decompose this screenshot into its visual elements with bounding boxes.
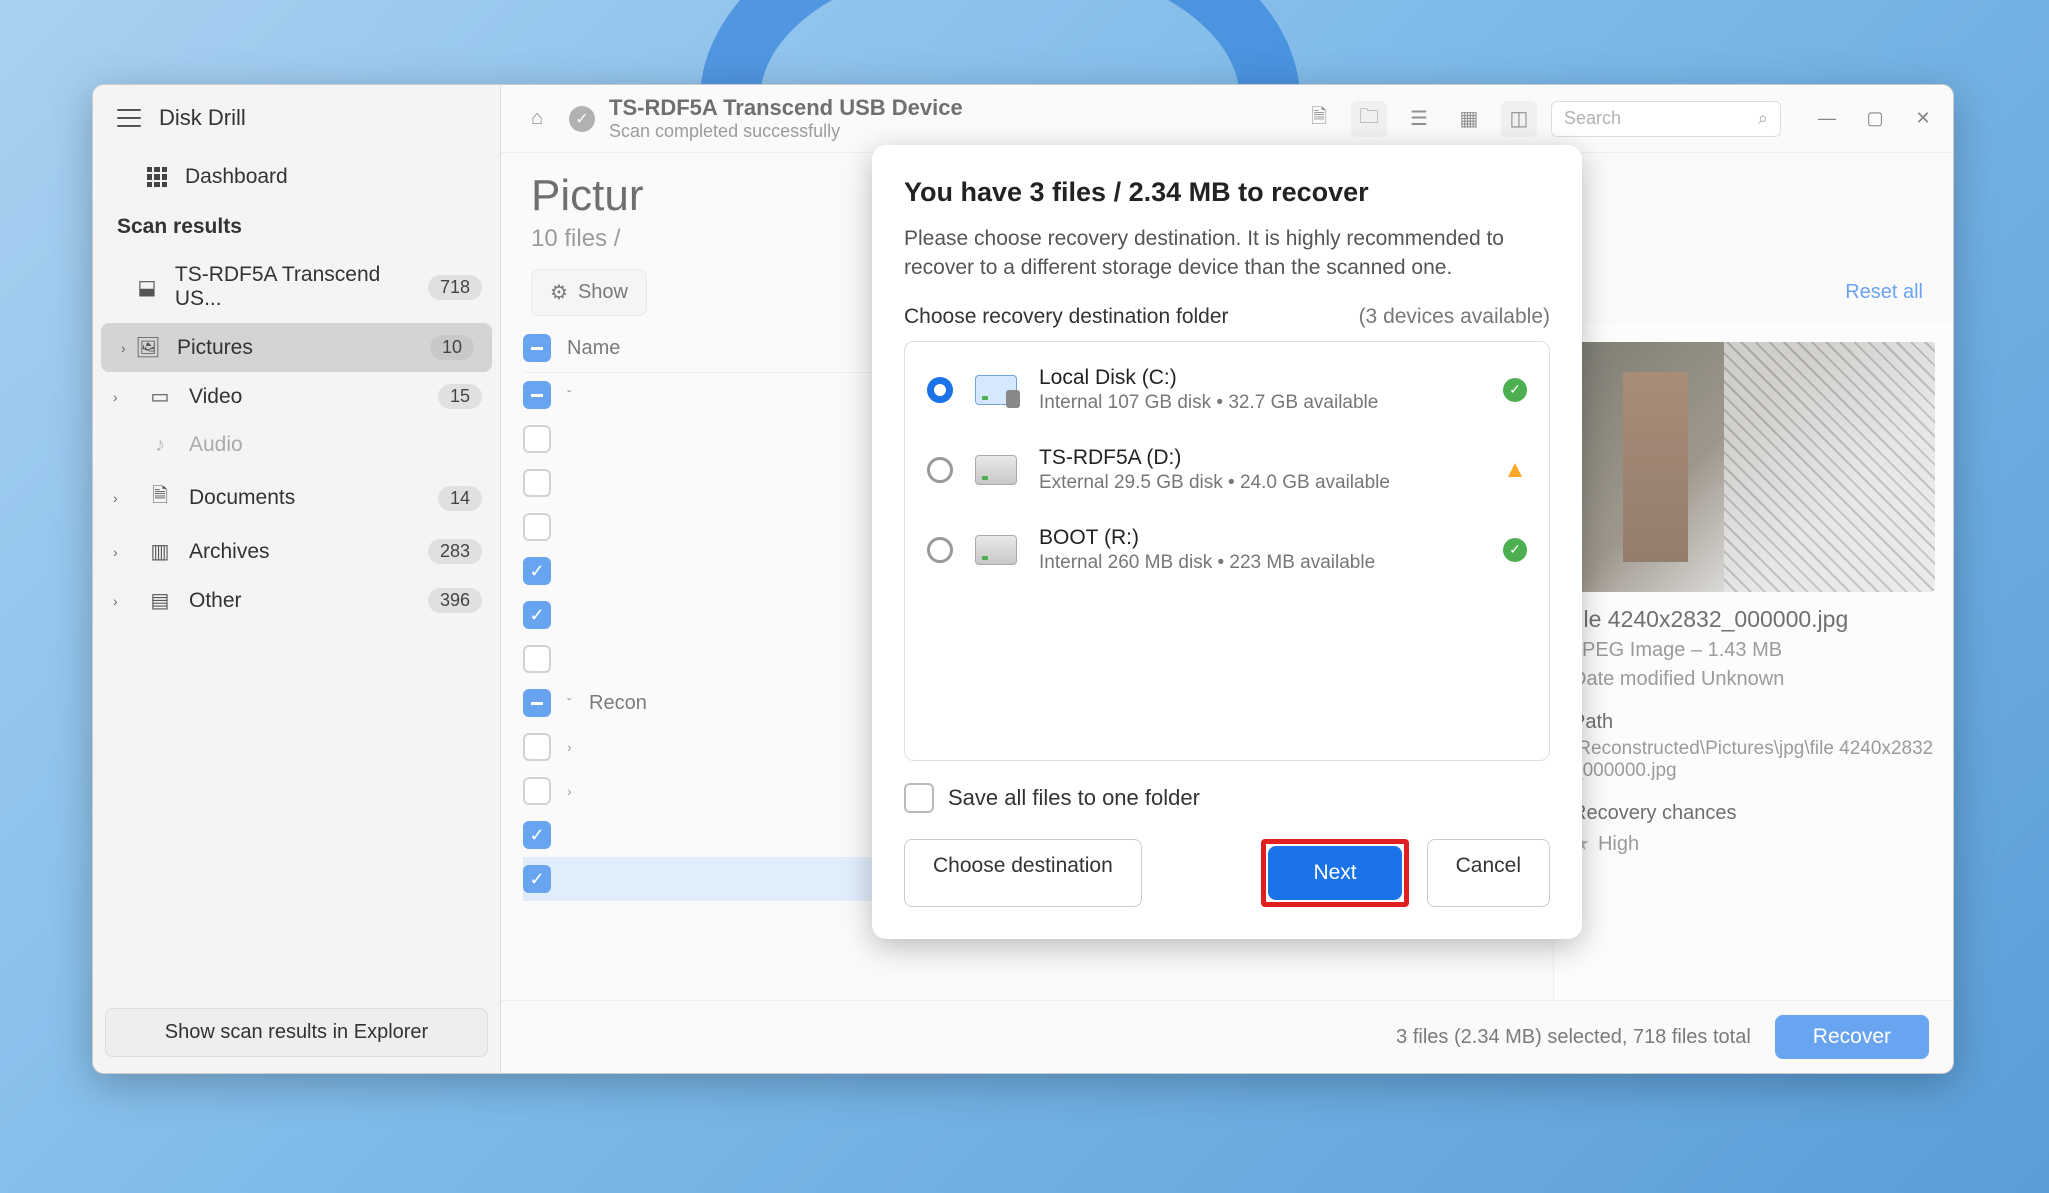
choose-label: Choose recovery destination folder	[904, 305, 1229, 329]
show-in-explorer-button[interactable]: Show scan results in Explorer	[105, 1008, 488, 1057]
destination-name: TS-RDF5A (D:)	[1039, 446, 1481, 470]
warning-status-icon: ▲	[1503, 458, 1527, 482]
next-button[interactable]: Next	[1268, 846, 1401, 900]
device-label: TS-RDF5A Transcend US...	[175, 263, 412, 311]
destination-radio[interactable]	[927, 537, 953, 563]
dashboard-label: Dashboard	[185, 165, 288, 189]
section-scan-results: Scan results	[93, 203, 500, 251]
destination-radio[interactable]	[927, 377, 953, 403]
chevron-right-icon: ›	[113, 490, 118, 506]
app-window: Disk Drill Dashboard Scan results ⬓ TS-R…	[92, 84, 1954, 1074]
destination-list: Local Disk (C:)Internal 107 GB disk • 32…	[904, 341, 1550, 761]
recovery-destination-modal: You have 3 files / 2.34 MB to recover Pl…	[872, 145, 1582, 939]
sidebar-item-other[interactable]: › ▤ Other 396	[93, 576, 500, 625]
chevron-right-icon: ›	[113, 593, 118, 609]
modal-title: You have 3 files / 2.34 MB to recover	[904, 177, 1550, 208]
chevron-right-icon: ›	[113, 389, 118, 405]
sidebar-device[interactable]: ⬓ TS-RDF5A Transcend US... 718	[93, 251, 500, 323]
drive-icon	[975, 535, 1017, 565]
destination-item[interactable]: Local Disk (C:)Internal 107 GB disk • 32…	[905, 350, 1549, 430]
image-icon: 🖼	[135, 335, 161, 360]
drive-icon	[975, 375, 1017, 405]
audio-icon: ♪	[147, 434, 173, 457]
destination-info: Internal 260 MB disk • 223 MB available	[1039, 552, 1481, 574]
dashboard-icon	[147, 167, 167, 187]
destination-item[interactable]: TS-RDF5A (D:)External 29.5 GB disk • 24.…	[905, 430, 1549, 510]
app-title: Disk Drill	[159, 105, 246, 131]
sidebar-item-video[interactable]: › ▭ Video 15	[93, 372, 500, 421]
save-one-folder-option[interactable]: Save all files to one folder	[904, 783, 1550, 813]
destination-name: BOOT (R:)	[1039, 526, 1481, 550]
document-icon: 🗎	[147, 481, 173, 515]
sidebar: Disk Drill Dashboard Scan results ⬓ TS-R…	[93, 85, 501, 1073]
ok-status-icon: ✓	[1503, 538, 1527, 562]
choose-destination-button[interactable]: Choose destination	[904, 839, 1142, 907]
modal-description: Please choose recovery destination. It i…	[904, 224, 1550, 283]
chevron-right-icon: ›	[113, 544, 118, 560]
nav-dashboard[interactable]: Dashboard	[93, 151, 500, 203]
chevron-right-icon: ›	[121, 340, 126, 356]
drive-icon: ⬓	[135, 275, 159, 300]
main-area: ⌂ ✓ TS-RDF5A Transcend USB Device Scan c…	[501, 85, 1953, 1073]
destination-info: External 29.5 GB disk • 24.0 GB availabl…	[1039, 472, 1481, 494]
sidebar-item-archives[interactable]: › ▥ Archives 283	[93, 527, 500, 576]
destination-info: Internal 107 GB disk • 32.7 GB available	[1039, 392, 1481, 414]
sidebar-item-audio[interactable]: ♪ Audio	[93, 421, 500, 469]
modal-overlay: You have 3 files / 2.34 MB to recover Pl…	[501, 85, 1953, 1073]
save-one-checkbox[interactable]	[904, 783, 934, 813]
sidebar-item-pictures[interactable]: › 🖼 Pictures 10	[101, 323, 492, 372]
other-icon: ▤	[147, 588, 173, 613]
ok-status-icon: ✓	[1503, 378, 1527, 402]
devices-available: (3 devices available)	[1359, 305, 1550, 329]
archive-icon: ▥	[147, 539, 173, 564]
video-icon: ▭	[147, 384, 173, 409]
destination-item[interactable]: BOOT (R:)Internal 260 MB disk • 223 MB a…	[905, 510, 1549, 590]
destination-radio[interactable]	[927, 457, 953, 483]
device-count: 718	[428, 275, 482, 300]
destination-name: Local Disk (C:)	[1039, 366, 1481, 390]
cancel-button[interactable]: Cancel	[1427, 839, 1550, 907]
drive-icon	[975, 455, 1017, 485]
next-button-highlight: Next	[1261, 839, 1408, 907]
sidebar-item-documents[interactable]: › 🗎 Documents 14	[93, 469, 500, 527]
menu-icon[interactable]	[117, 109, 141, 127]
